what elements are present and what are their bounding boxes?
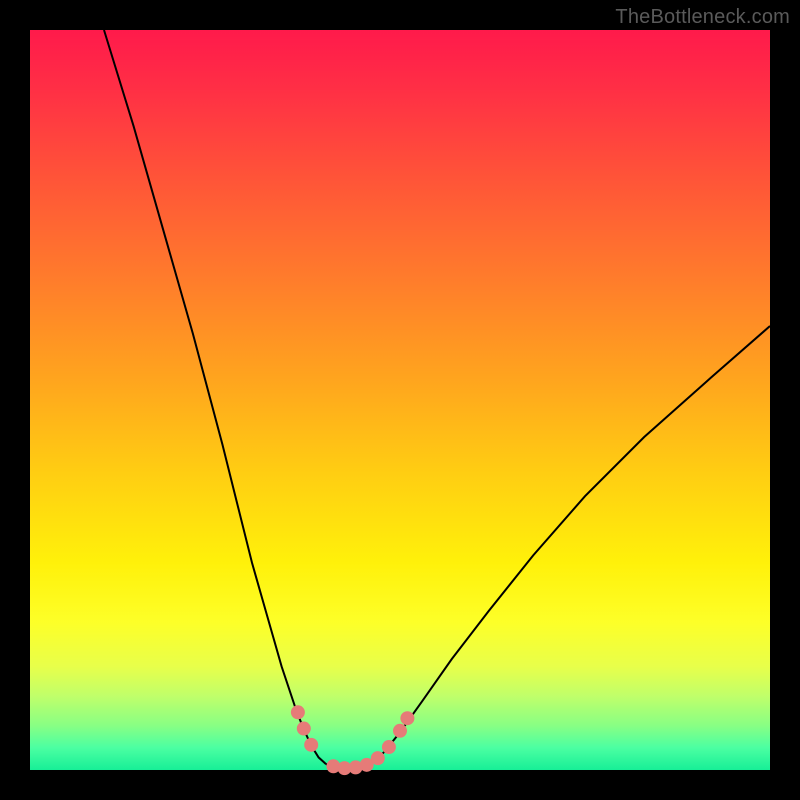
plot-area <box>30 30 770 770</box>
watermark-text: TheBottleneck.com <box>615 6 790 29</box>
marker-point <box>291 705 305 719</box>
chart-canvas: TheBottleneck.com <box>0 0 800 800</box>
marker-point <box>400 711 414 725</box>
marker-point <box>382 740 396 754</box>
curve-layer <box>30 30 770 770</box>
curve-left-branch <box>104 30 326 764</box>
marker-point <box>304 738 318 752</box>
curve-right-branch <box>370 326 770 764</box>
marker-point <box>393 724 407 738</box>
marker-point <box>297 722 311 736</box>
marker-point <box>371 751 385 765</box>
